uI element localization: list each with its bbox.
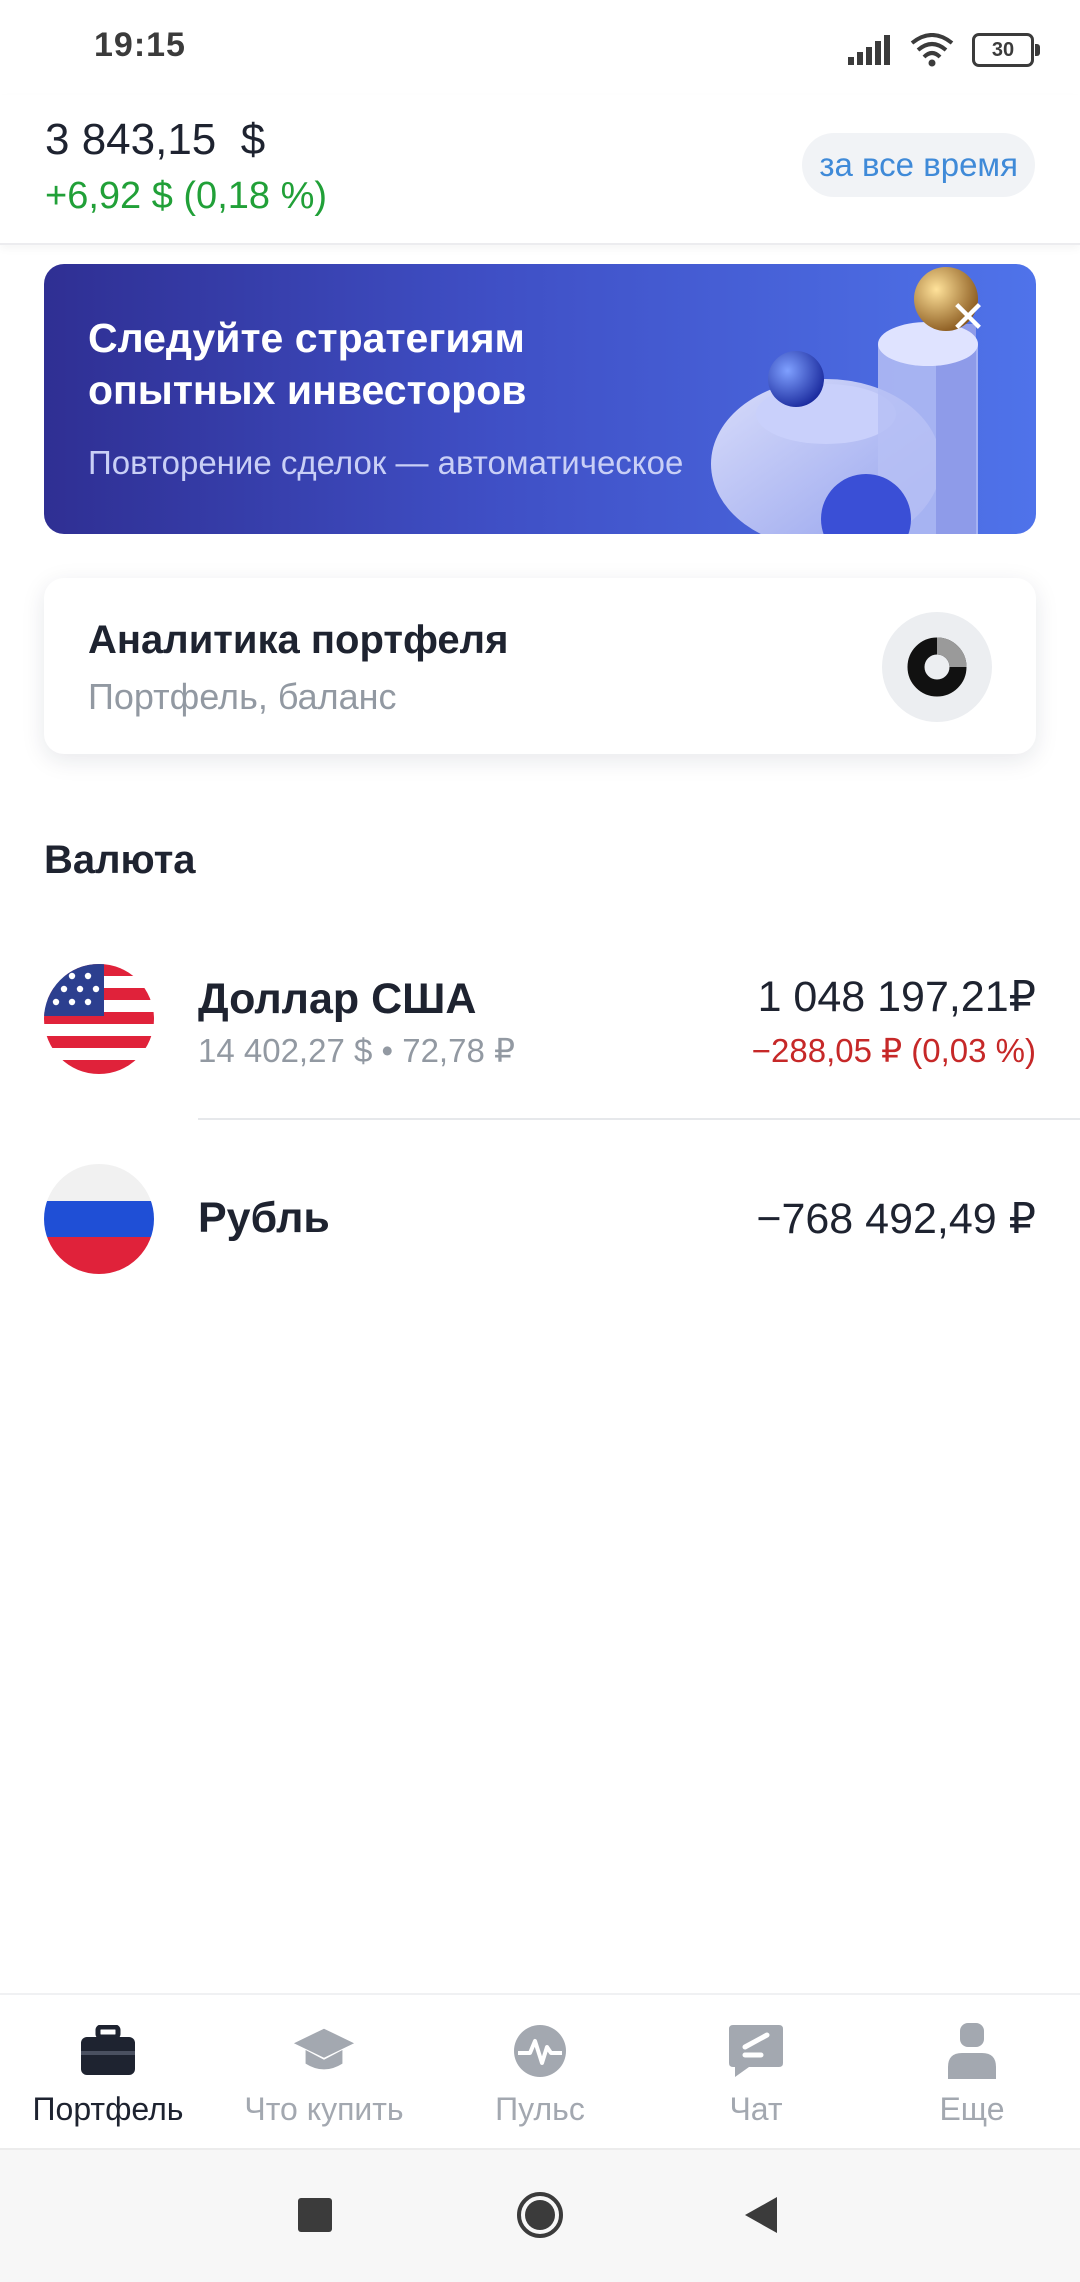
system-navigation-bar: [0, 2148, 1080, 2282]
asset-name: Рубль: [198, 1194, 330, 1242]
asset-change: −288,05 ₽ (0,03 %): [751, 1032, 1036, 1069]
banner-title-line1: Следуйте стратегиям: [88, 315, 525, 361]
analytics-title: Аналитика портфеля: [88, 618, 509, 662]
battery-level: 30: [991, 38, 1015, 61]
profile-icon: [940, 2021, 1004, 2081]
nav-item-chat[interactable]: Чат: [648, 1995, 864, 2150]
status-icons: 30: [848, 30, 1040, 70]
asset-meta: 14 402,27 $ • 72,78 ₽: [198, 1032, 515, 1069]
signal-icon: [848, 35, 890, 65]
nav-item-more[interactable]: Еще: [864, 1995, 1080, 2150]
ru-flag-icon: [44, 1164, 154, 1274]
battery-icon: 30: [972, 33, 1040, 67]
bottom-navigation: Портфель Что купить Пульс Чат Еще: [0, 1993, 1080, 2150]
portfolio-analytics-card[interactable]: Аналитика портфеля Портфель, баланс: [44, 578, 1036, 754]
briefcase-icon: [76, 2021, 140, 2081]
portfolio-change: +6,92 $ (0,18 %): [45, 175, 328, 217]
us-flag-icon: [44, 964, 154, 1074]
pulse-icon: [508, 2021, 572, 2081]
nav-item-portfolio[interactable]: Портфель: [0, 1995, 216, 2150]
status-bar: 19:15 30: [0, 0, 1080, 95]
asset-value: 1 048 197,21₽: [757, 973, 1036, 1021]
period-selector[interactable]: за все время: [802, 133, 1035, 197]
chat-icon: [724, 2021, 788, 2081]
banner-title-line2: опытных инвесторов: [88, 367, 527, 413]
asset-value: −768 492,49 ₽: [756, 1195, 1036, 1243]
status-time: 19:15: [94, 26, 186, 64]
close-icon[interactable]: ✕: [944, 294, 992, 342]
nav-label: Пульс: [495, 2091, 585, 2127]
nav-label: Что купить: [244, 2091, 404, 2127]
list-item[interactable]: Доллар США 14 402,27 $ • 72,78 ₽ 1 048 1…: [0, 930, 1080, 1118]
banner-title: Следуйте стратегиям опытных инвесторов: [88, 312, 526, 416]
nav-label: Чат: [729, 2091, 783, 2127]
nav-label: Портфель: [32, 2091, 184, 2127]
nav-item-what-to-buy[interactable]: Что купить: [216, 1995, 432, 2150]
donut-chart-icon: [882, 612, 992, 722]
analytics-subtitle: Портфель, баланс: [88, 676, 397, 717]
banner-subtitle: Повторение сделок — автоматическое: [88, 444, 684, 481]
asset-name: Доллар США: [198, 975, 477, 1023]
graduation-cap-icon: [292, 2021, 356, 2081]
back-icon[interactable]: [743, 2195, 779, 2235]
section-title-currency: Валюта: [44, 838, 196, 882]
list-item[interactable]: Рубль −768 492,49 ₽: [0, 1120, 1080, 1320]
recent-apps-icon[interactable]: [298, 2198, 332, 2232]
nav-item-pulse[interactable]: Пульс: [432, 1995, 648, 2150]
wifi-icon: [910, 33, 954, 67]
nav-label: Еще: [939, 2091, 1005, 2127]
home-icon[interactable]: [515, 2190, 565, 2240]
portfolio-total: 3 843,15 $: [45, 115, 266, 164]
promo-banner[interactable]: Следуйте стратегиям опытных инвесторов П…: [44, 264, 1036, 534]
